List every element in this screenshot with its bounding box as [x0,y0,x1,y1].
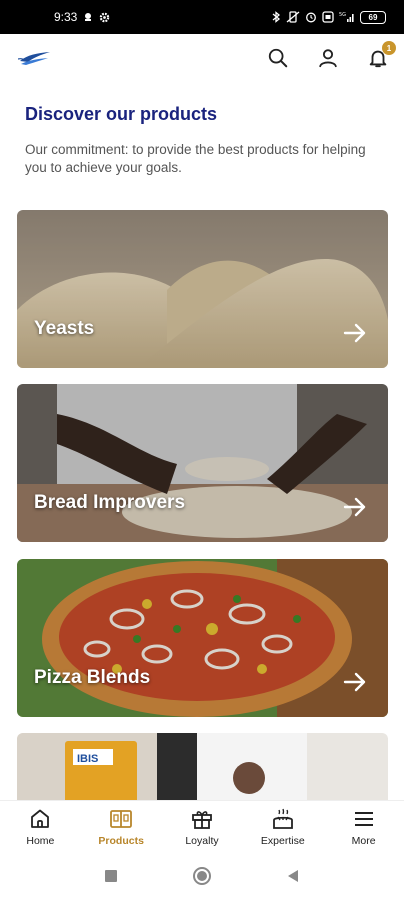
hamburger-menu-icon [354,811,373,826]
arrow-right-icon [343,497,366,517]
arrow-right-icon [343,672,366,692]
signal-icon: 5G [339,12,354,22]
settings-gear-icon [100,12,110,22]
svg-text:IBIS: IBIS [77,753,98,765]
product-card-bread-improvers[interactable]: Bread Improvers [17,384,388,542]
gift-icon [192,810,212,829]
bakery-expertise-icon [272,808,293,829]
system-navigation-bar [0,852,404,900]
nav-item-products[interactable]: Products [86,807,156,847]
home-icon [31,809,50,828]
nav-label: Home [26,834,55,847]
svg-text:5G: 5G [339,12,346,18]
notification-count-badge: 1 [382,41,396,55]
back-triangle-icon[interactable] [286,869,300,883]
nav-item-loyalty[interactable]: Loyalty [167,807,237,847]
nav-item-more[interactable]: More [329,807,399,847]
nav-label: More [351,834,376,847]
status-time: 9:33 [54,10,78,24]
notification-bell-button[interactable]: 1 [366,41,396,70]
nav-label: Expertise [260,834,305,847]
arrow-right-icon [343,323,366,343]
nav-item-home[interactable]: Home [5,807,75,847]
search-icon[interactable] [266,46,290,70]
product-card-yeasts[interactable]: Yeasts [17,210,388,368]
product-card-label: Pizza Blends [34,667,151,688]
bottom-navigation: Home Products Loyalty Expertise More [0,800,404,852]
battery-indicator: 69 [360,10,386,24]
product-card-pizza-blends[interactable]: Pizza Blends [17,559,388,717]
recent-apps-icon[interactable] [104,869,118,883]
products-book-icon [110,809,133,828]
product-card-label: Yeasts [34,318,95,339]
ibis-bird-logo-icon[interactable] [18,48,52,68]
vibrate-icon [286,11,300,23]
product-card-partial[interactable]: IBIS [17,733,388,800]
kneading-dough-image [17,384,388,542]
page-description: Our commitment: to provide the best prod… [25,142,366,175]
product-card-label: Bread Improvers [34,492,186,513]
user-profile-icon[interactable] [316,46,340,70]
app-header: 1 [0,34,404,82]
page-title: Discover our products [25,104,218,124]
status-bar: 9:33 5G 69 [0,0,404,34]
nav-label: Products [98,834,144,847]
product-package-image: IBIS [17,733,388,800]
pizza-image [17,559,388,717]
bluetooth-icon [272,11,281,23]
notification-small-icon [85,13,92,21]
data-saver-icon [322,11,334,23]
nav-item-expertise[interactable]: Expertise [248,807,318,847]
yeast-piles-image [17,210,388,368]
nav-label: Loyalty [185,834,219,847]
home-circle-icon[interactable] [192,866,212,886]
products-content: Discover our products Our commitment: to… [0,82,404,800]
alarm-icon [306,12,316,23]
